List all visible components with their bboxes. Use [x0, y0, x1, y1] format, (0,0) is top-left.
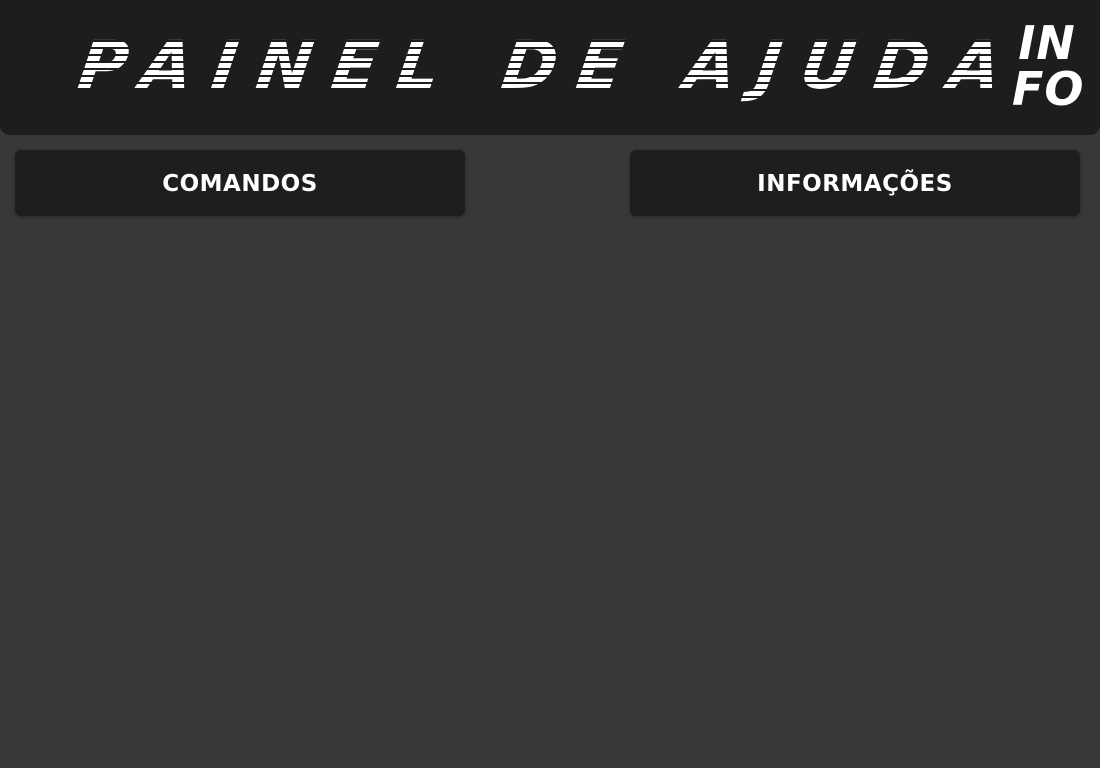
- logo-line-2: FO: [1012, 62, 1085, 116]
- logo-line-1: IN: [1018, 16, 1076, 70]
- info-logo: IN FO: [1012, 16, 1085, 116]
- help-panel: PAINEL DE AJUDA IN FO COMANDOS INFORMAÇÕ…: [0, 0, 1100, 768]
- information-button[interactable]: INFORMAÇÕES: [630, 150, 1080, 216]
- commands-button[interactable]: COMANDOS: [15, 150, 465, 216]
- header-bar: PAINEL DE AJUDA IN FO: [0, 0, 1100, 135]
- page-title: PAINEL DE AJUDA: [0, 27, 1100, 104]
